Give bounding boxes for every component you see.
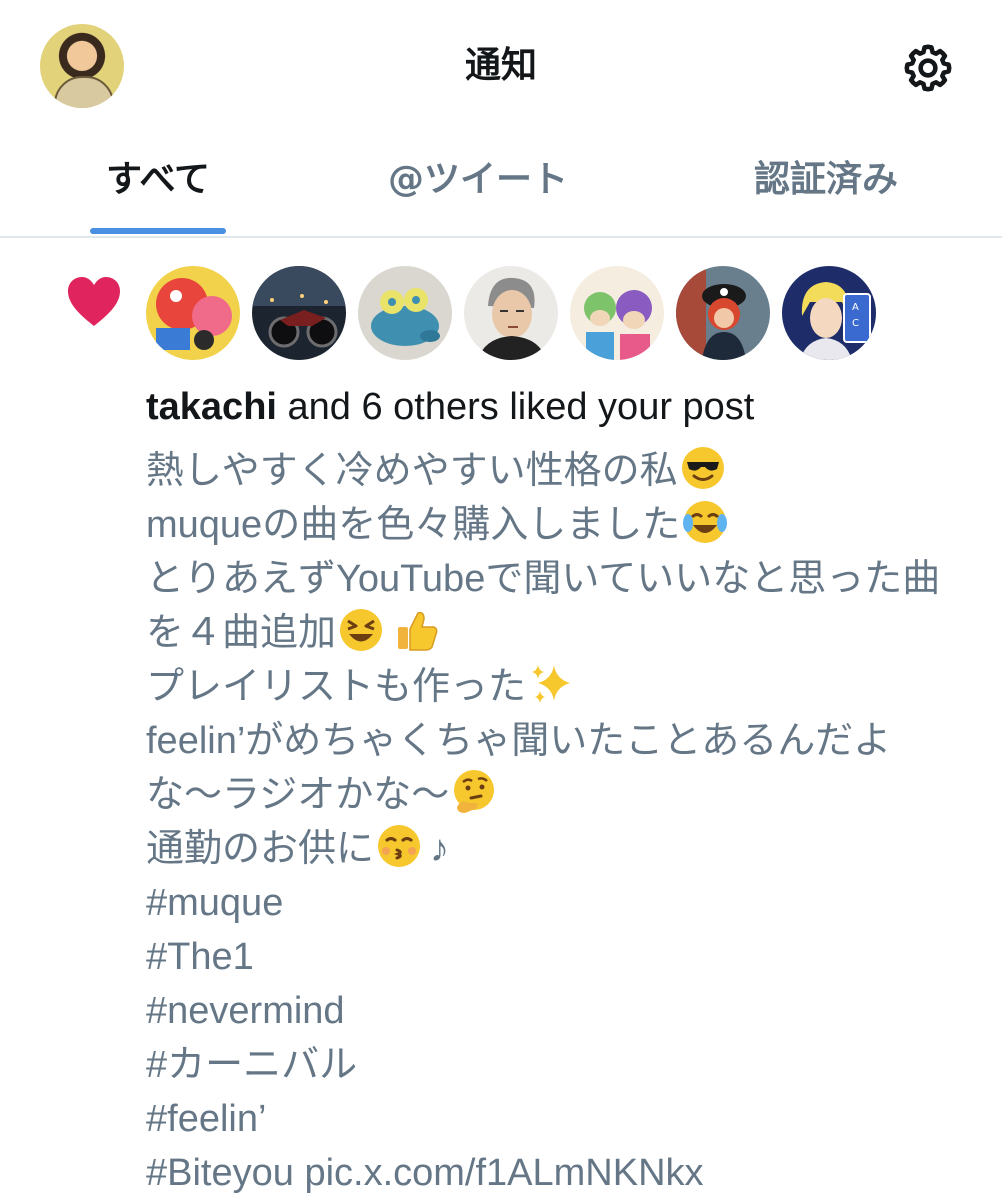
hashtag-link[interactable]: #カーニバル bbox=[146, 1038, 986, 1092]
hashtag-and-media-link[interactable]: #Biteyou pic.x.com/f1ALmNKNkx bbox=[146, 1146, 986, 1200]
tab-mentions[interactable]: @ツイート bbox=[360, 152, 596, 208]
liker-avatar-2[interactable] bbox=[252, 266, 346, 360]
avatar-4 bbox=[464, 266, 558, 360]
hashtag-link[interactable]: #feelin’ bbox=[146, 1092, 986, 1146]
tweet-line-text: 熱しやすく冷めやすい性格の私 bbox=[146, 450, 678, 492]
notification-summary: takachi and 6 others liked your post bbox=[146, 380, 986, 434]
active-tab-indicator bbox=[90, 228, 226, 234]
tweet-line-text: feelin’がめちゃくちゃ聞いたことあるんだよ bbox=[146, 720, 892, 762]
liker-avatar-4[interactable] bbox=[464, 266, 558, 360]
settings-button[interactable] bbox=[896, 36, 960, 100]
hashtag-link[interactable]: #nevermind bbox=[146, 984, 986, 1038]
hashtag-text: #The1 bbox=[146, 936, 254, 978]
kissing-face-emoji bbox=[378, 825, 421, 867]
tweet-line-text: な〜ラジオかな〜 bbox=[146, 774, 450, 816]
smiling-face-with-sunglasses-emoji bbox=[681, 447, 724, 489]
music-note-text: ♪ bbox=[430, 828, 450, 870]
liker-avatar-7[interactable]: A C bbox=[782, 266, 876, 360]
face-with-tears-of-joy-emoji bbox=[683, 501, 728, 543]
avatar-7: A C bbox=[782, 266, 876, 360]
avatar-2 bbox=[252, 266, 346, 360]
avatar-6 bbox=[676, 266, 770, 360]
hashtag-text: #feelin’ bbox=[146, 1098, 267, 1140]
tab-all[interactable]: すべて bbox=[60, 152, 256, 208]
liker-avatar-1[interactable] bbox=[146, 266, 240, 360]
avatar-3 bbox=[358, 266, 452, 360]
tweet-line-text: muqueの曲を色々購入しました bbox=[146, 504, 681, 546]
summary-rest: and 6 others liked your post bbox=[276, 386, 755, 428]
sparkles-emoji bbox=[532, 665, 571, 703]
hashtag-link[interactable]: #muque bbox=[146, 876, 986, 930]
tab-verified[interactable]: 認証済み bbox=[728, 152, 924, 208]
tweet-line-text: を４曲追加 bbox=[146, 612, 337, 654]
tweet-line: muqueの曲を色々購入しました bbox=[146, 498, 986, 552]
thumbs-up-emoji bbox=[398, 611, 438, 651]
tweet-line: な〜ラジオかな〜 bbox=[146, 768, 986, 822]
liker-avatar-5[interactable] bbox=[570, 266, 664, 360]
avatar-5 bbox=[570, 266, 664, 360]
page-title: 通知 bbox=[464, 45, 537, 86]
avatar-1 bbox=[146, 266, 240, 360]
tweet-line: feelin’がめちゃくちゃ聞いたことあるんだよ bbox=[146, 714, 986, 768]
heart-icon bbox=[68, 277, 120, 326]
gear-icon bbox=[904, 44, 952, 92]
tweet-line: を４曲追加 bbox=[146, 606, 986, 660]
liker-name[interactable]: takachi bbox=[146, 386, 277, 428]
thinking-face-emoji bbox=[454, 770, 495, 813]
tweet-line: プレイリストも作った bbox=[146, 660, 986, 714]
hashtag-media-text: #Biteyou pic.x.com/f1ALmNKNkx bbox=[146, 1152, 704, 1194]
liker-avatar-3[interactable] bbox=[358, 266, 452, 360]
tweet-line-text: とりあえずYouTubeで聞いていいなと思った曲 bbox=[146, 558, 941, 600]
hashtag-text: #カーニバル bbox=[146, 1044, 358, 1086]
liker-avatar-6[interactable] bbox=[676, 266, 770, 360]
tweet-line: 通勤のお供に ♪ bbox=[146, 822, 986, 876]
tweet-text[interactable]: 熱しやすく冷めやすい性格の私 muqueの曲を色々購入しました とりあえずYou… bbox=[146, 444, 986, 1200]
header: 通知 bbox=[0, 0, 1002, 132]
hashtag-text: #nevermind bbox=[146, 990, 345, 1032]
liker-avatars: A C bbox=[146, 266, 886, 362]
grinning-squinting-face-emoji bbox=[340, 609, 383, 651]
tweet-line: 熱しやすく冷めやすい性格の私 bbox=[146, 444, 986, 498]
hashtag-link[interactable]: #The1 bbox=[146, 930, 986, 984]
tweet-line: とりあえずYouTubeで聞いていいなと思った曲 bbox=[146, 552, 986, 606]
svg-text:C: C bbox=[852, 318, 859, 329]
hashtag-text: #muque bbox=[146, 882, 284, 924]
tweet-line-text: プレイリストも作った bbox=[146, 666, 527, 708]
tab-bar: すべて @ツイート 認証済み bbox=[0, 132, 1002, 238]
svg-text:A: A bbox=[852, 302, 859, 313]
tweet-line-text: 通勤のお供に bbox=[146, 828, 375, 870]
